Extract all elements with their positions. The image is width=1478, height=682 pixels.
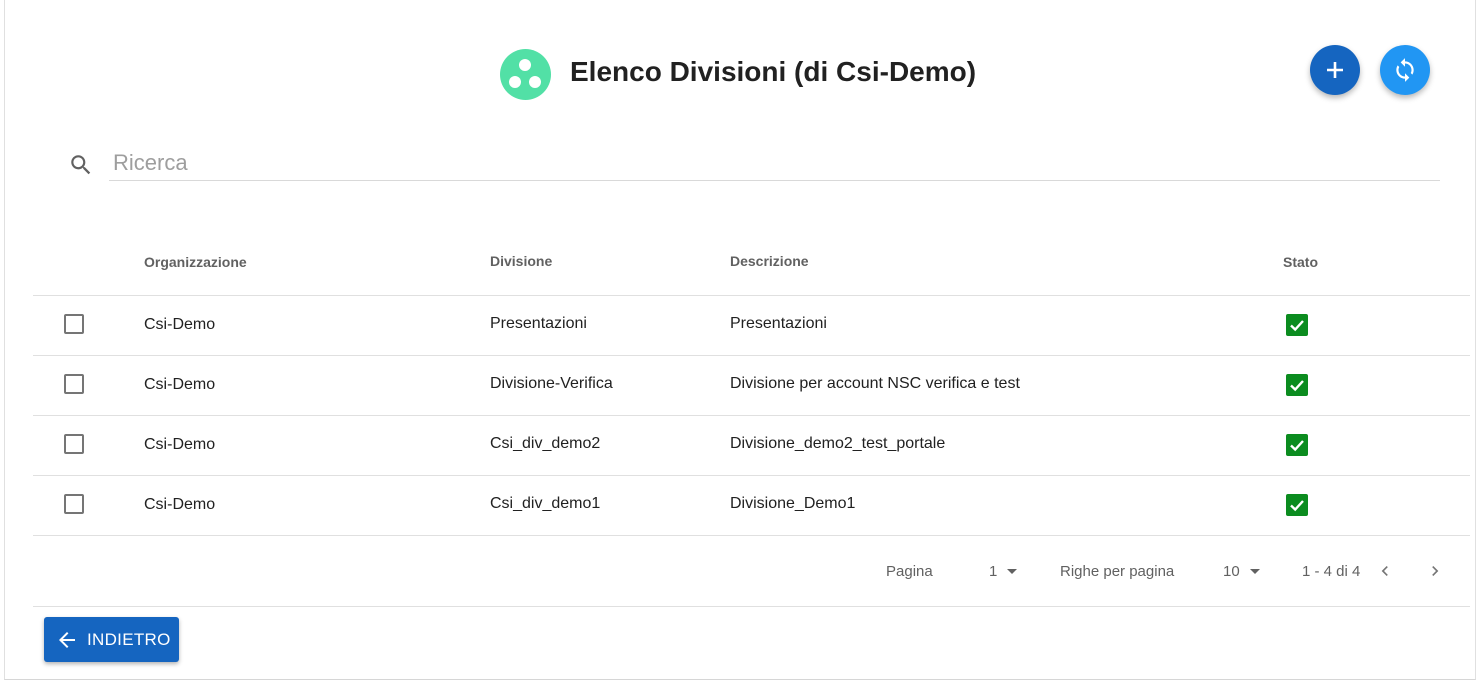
page-title: Elenco Divisioni (di Csi-Demo) (570, 56, 977, 87)
cell-organizzazione: Csi-Demo (144, 496, 216, 513)
cell-descrizione: Divisione_demo2_test_portale (730, 435, 946, 452)
column-header-descrizione[interactable]: Descrizione (730, 253, 809, 269)
range-text: 1 - 4 di 4 (1302, 563, 1361, 580)
cell-organizzazione: Csi-Demo (144, 436, 216, 453)
chevron-right-icon (1432, 566, 1439, 576)
row-checkbox[interactable] (64, 434, 84, 454)
refresh-button[interactable] (1380, 45, 1430, 95)
cell-descrizione: Presentazioni (730, 315, 827, 332)
search-bar (66, 146, 1440, 182)
status-active-icon (1286, 374, 1308, 396)
rows-per-page-label: Righe per pagina (1060, 563, 1175, 580)
arrow-left-icon (55, 628, 79, 652)
table-row[interactable]: Csi-Demo Csi_div_demo1 Divisione_Demo1 (33, 475, 1470, 536)
rows-per-page-select[interactable]: 10 (1223, 559, 1260, 583)
cell-divisione: Presentazioni (490, 315, 587, 332)
table-row[interactable]: Csi-Demo Divisione-Verifica Divisione pe… (33, 355, 1470, 415)
status-active-icon (1286, 314, 1308, 336)
next-page-button[interactable] (1421, 557, 1449, 585)
divisions-icon (500, 49, 551, 100)
cell-divisione: Csi_div_demo2 (490, 435, 601, 452)
add-button[interactable] (1310, 45, 1360, 95)
back-button[interactable]: INDIETRO (44, 617, 179, 662)
back-button-label: INDIETRO (87, 629, 171, 649)
table-row[interactable]: Csi-Demo Presentazioni Presentazioni (33, 295, 1470, 355)
row-checkbox[interactable] (64, 314, 84, 334)
page-select-value: 1 (989, 562, 998, 580)
column-header-organizzazione[interactable]: Organizzazione (144, 254, 247, 270)
cell-divisione: Csi_div_demo1 (490, 495, 601, 512)
pagination: Pagina 1 Righe per pagina 10 1 - 4 di 4 (0, 545, 1478, 595)
chevron-left-icon (1381, 566, 1388, 576)
search-input[interactable] (109, 146, 1440, 181)
cell-organizzazione: Csi-Demo (144, 316, 216, 333)
cell-descrizione: Divisione_Demo1 (730, 495, 856, 512)
refresh-icon (1396, 58, 1414, 82)
status-active-icon (1286, 494, 1308, 516)
plus-icon (1327, 62, 1343, 78)
column-header-stato[interactable]: Stato (1283, 254, 1318, 270)
table-row[interactable]: Csi-Demo Csi_div_demo2 Divisione_demo2_t… (33, 415, 1470, 475)
cell-organizzazione: Csi-Demo (144, 376, 216, 393)
page-label: Pagina (886, 563, 933, 580)
footer-divider (33, 606, 1470, 607)
column-header-divisione[interactable]: Divisione (490, 253, 552, 269)
row-checkbox[interactable] (64, 494, 84, 514)
previous-page-button[interactable] (1371, 557, 1399, 585)
row-checkbox[interactable] (64, 374, 84, 394)
page-select[interactable]: 1 (989, 559, 1018, 583)
search-icon (71, 155, 91, 175)
chevron-down-icon (1249, 568, 1260, 574)
status-active-icon (1286, 434, 1308, 456)
rows-per-page-value: 10 (1223, 562, 1240, 580)
chevron-down-icon (1007, 568, 1018, 574)
cell-divisione: Divisione-Verifica (490, 375, 613, 392)
cell-descrizione: Divisione per account NSC verifica e tes… (730, 375, 1020, 392)
